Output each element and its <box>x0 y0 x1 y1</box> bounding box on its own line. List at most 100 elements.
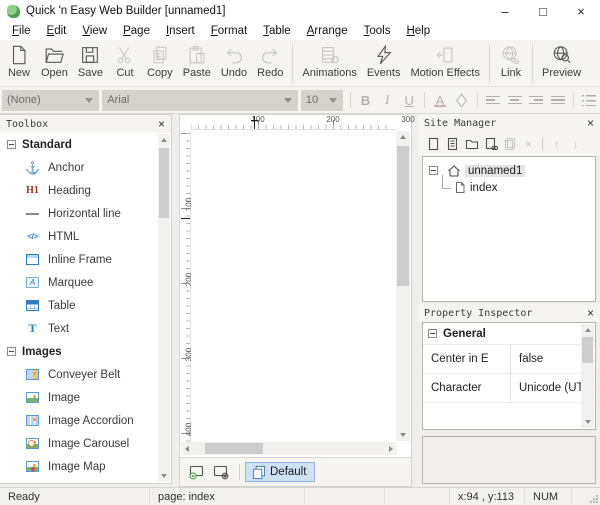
maximize-button[interactable]: □ <box>524 0 562 22</box>
collapse-icon[interactable] <box>428 329 437 338</box>
toolbox-item-marquee[interactable]: AMarquee <box>0 271 171 294</box>
toolbox-item-conveyer-belt[interactable]: Conveyer Belt <box>0 363 171 386</box>
new-folder-button[interactable] <box>462 135 481 153</box>
scroll-down-icon[interactable] <box>396 429 410 441</box>
toolbox-group-standard[interactable]: Standard <box>0 133 171 156</box>
collapse-icon[interactable] <box>7 347 16 356</box>
toolbox-group-images[interactable]: Images <box>0 340 171 363</box>
save-button[interactable]: Save <box>73 42 108 86</box>
redo-button[interactable]: Redo <box>252 42 288 86</box>
highlight-color-button[interactable] <box>452 90 472 110</box>
tree-node-site[interactable]: unnamed1 <box>429 162 595 179</box>
undo-button[interactable]: Undo <box>216 42 252 86</box>
style-dropdown[interactable]: (None) <box>2 90 99 111</box>
toolbox-item-image[interactable]: Image <box>0 386 171 409</box>
font-color-button[interactable]: A <box>430 90 450 110</box>
resize-grip-icon[interactable] <box>588 493 600 505</box>
toolbox-item-image-carousel[interactable]: Image Carousel <box>0 432 171 455</box>
align-right-button[interactable] <box>526 90 546 110</box>
design-canvas[interactable]: 100 200 300 100 200 300 400 <box>179 114 412 487</box>
cut-button[interactable]: Cut <box>108 42 142 86</box>
new-button[interactable]: New <box>2 42 36 86</box>
toolbox-item-table[interactable]: Table <box>0 294 171 317</box>
move-up-button[interactable]: ↑ <box>547 135 566 153</box>
align-right-icon <box>529 95 543 106</box>
open-button[interactable]: Open <box>36 42 73 86</box>
toolbox-item-image-accordion[interactable]: Image Accordion <box>0 409 171 432</box>
scroll-up-icon[interactable] <box>581 324 594 336</box>
move-down-button[interactable]: ↓ <box>566 135 585 153</box>
image-icon <box>24 391 41 405</box>
font-dropdown[interactable]: Arial <box>102 90 298 111</box>
delete-page-button[interactable]: × <box>519 135 538 153</box>
tab-default[interactable]: Default <box>245 462 315 482</box>
scroll-right-icon[interactable] <box>385 442 397 455</box>
align-center-button[interactable] <box>505 90 525 110</box>
copy-button[interactable]: Copy <box>142 42 178 86</box>
menu-format[interactable]: Format <box>203 25 255 37</box>
close-button[interactable]: × <box>562 0 600 22</box>
align-justify-button[interactable] <box>548 90 568 110</box>
toolbox-scrollbar[interactable] <box>158 134 170 482</box>
add-breakpoint-button[interactable] <box>186 463 208 481</box>
font-size-dropdown[interactable]: 10 <box>301 90 343 111</box>
scrollbar-thumb[interactable] <box>582 337 593 363</box>
scrollbar-thumb[interactable] <box>397 146 409 286</box>
align-left-button[interactable] <box>483 90 503 110</box>
events-button[interactable]: Events <box>362 42 406 86</box>
menu-tools[interactable]: Tools <box>356 25 399 37</box>
toolbox-item-horizontal-line[interactable]: Horizontal line <box>0 202 171 225</box>
image-map-icon <box>24 460 41 474</box>
menu-help[interactable]: Help <box>398 25 438 37</box>
collapse-icon[interactable] <box>7 140 16 149</box>
menu-page[interactable]: Page <box>115 25 158 37</box>
toolbox-item-image-map[interactable]: Image Map <box>0 455 171 478</box>
import-page-button[interactable] <box>481 135 500 153</box>
menu-view[interactable]: View <box>74 25 115 37</box>
toolbox-item-heading[interactable]: H1Heading <box>0 179 171 202</box>
italic-button[interactable]: I <box>377 90 397 110</box>
property-row-character-set[interactable]: Character Unicode (UTF-8) <box>423 374 595 403</box>
scrollbar-thumb[interactable] <box>205 443 263 454</box>
menu-arrange[interactable]: Arrange <box>299 25 356 37</box>
vertical-scrollbar[interactable] <box>396 131 410 441</box>
toolbox-item-anchor[interactable]: ⚓Anchor <box>0 156 171 179</box>
property-group-general[interactable]: General <box>423 323 595 345</box>
menu-edit[interactable]: Edit <box>39 25 75 37</box>
close-icon[interactable]: × <box>158 117 165 131</box>
menu-table[interactable]: Table <box>255 25 299 37</box>
horizontal-scrollbar[interactable] <box>181 442 397 455</box>
scroll-left-icon[interactable] <box>181 442 193 455</box>
toolbox-item-inline-frame[interactable]: Inline Frame <box>0 248 171 271</box>
menu-insert[interactable]: Insert <box>158 25 203 37</box>
menu-file[interactable]: File <box>4 25 39 37</box>
scrollbar-thumb[interactable] <box>159 148 169 218</box>
property-row-center-in-browser[interactable]: Center in E false <box>423 345 595 374</box>
scroll-up-icon[interactable] <box>396 131 410 143</box>
scroll-up-icon[interactable] <box>158 134 170 146</box>
bold-button[interactable]: B <box>356 90 376 110</box>
motion-effects-button[interactable]: Motion Effects <box>405 42 485 86</box>
property-scrollbar[interactable] <box>581 324 594 428</box>
clone-page-button[interactable] <box>500 135 519 153</box>
table-icon <box>24 299 41 313</box>
toolbox-item-text[interactable]: TText <box>0 317 171 340</box>
animations-button[interactable]: Animations <box>297 42 361 86</box>
tree-node-index[interactable]: index <box>438 179 595 196</box>
new-page-button[interactable] <box>424 135 443 153</box>
collapse-icon[interactable] <box>429 166 438 175</box>
bullet-list-button[interactable] <box>579 90 599 110</box>
preview-button[interactable]: Preview <box>537 42 586 86</box>
minimize-button[interactable]: – <box>486 0 524 22</box>
paste-button[interactable]: Paste <box>178 42 216 86</box>
scroll-down-icon[interactable] <box>158 470 170 482</box>
new-page-from-template-button[interactable] <box>443 135 462 153</box>
link-button[interactable]: Link <box>494 42 528 86</box>
scroll-down-icon[interactable] <box>581 416 594 428</box>
close-icon[interactable]: × <box>587 306 594 320</box>
toolbox-item-html[interactable]: </>HTML <box>0 225 171 248</box>
manage-breakpoints-button[interactable] <box>210 463 232 481</box>
underline-button[interactable]: U <box>399 90 419 110</box>
close-icon[interactable]: × <box>587 116 594 130</box>
page-editing-area[interactable] <box>191 130 396 442</box>
